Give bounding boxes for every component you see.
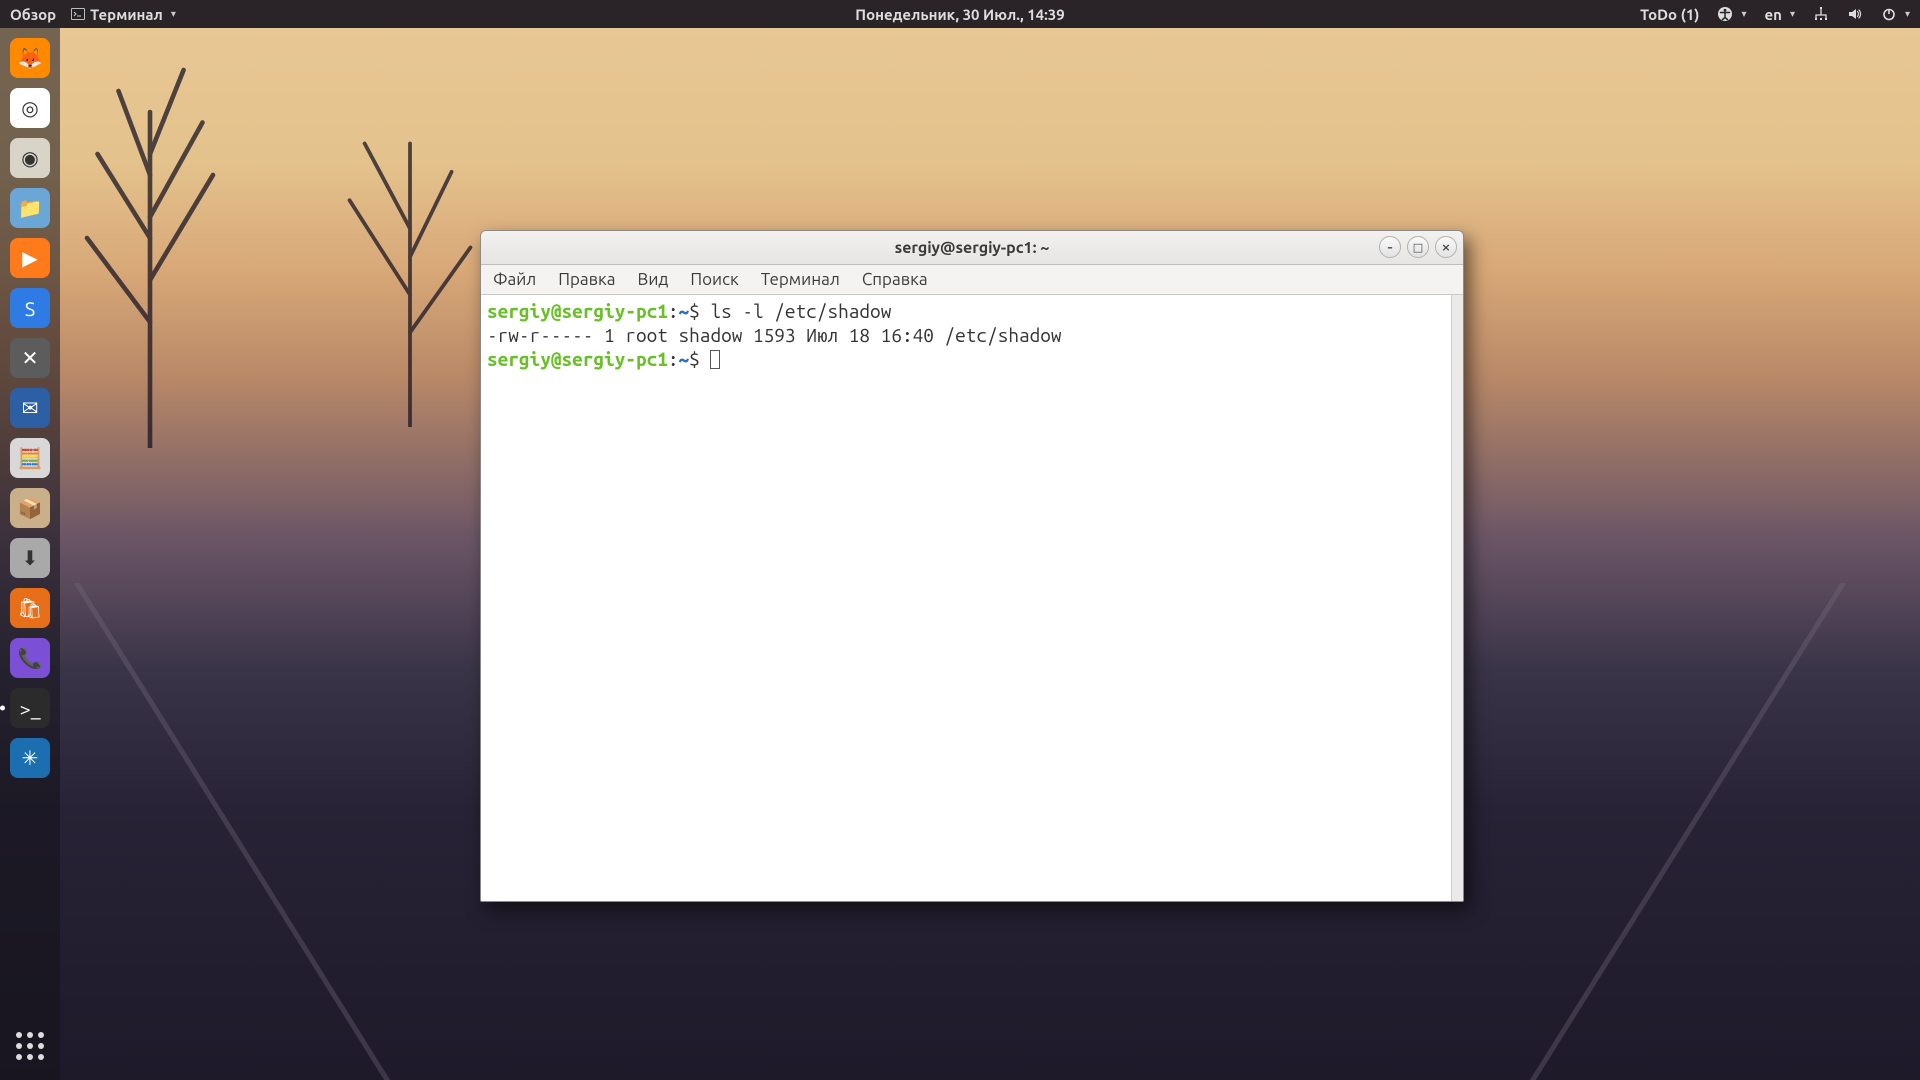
firefox-icon: 🦊: [10, 38, 50, 78]
dock-item-app[interactable]: ✳: [8, 736, 52, 780]
command-text: ls -l /etc/shadow: [710, 300, 891, 322]
dock-item-chrome[interactable]: ◎: [8, 86, 52, 130]
volume-icon: [1847, 6, 1863, 22]
dock-item-calculator[interactable]: 🧮: [8, 436, 52, 480]
wallpaper-rail-left: [74, 583, 390, 1080]
vlc-icon: ▶: [10, 238, 50, 278]
prompt-colon: :: [668, 300, 679, 322]
clock-button[interactable]: Понедельник, 30 Июл., 14:39: [855, 6, 1064, 23]
dock-item-vlc[interactable]: ▶: [8, 236, 52, 280]
network-indicator[interactable]: [1813, 6, 1829, 22]
prompt-colon: :: [668, 348, 679, 370]
app-menu-label: Терминал: [90, 6, 163, 23]
dock-item-simplenote[interactable]: S: [8, 286, 52, 330]
accessibility-icon: [1717, 6, 1733, 22]
app-icon: ✳: [10, 738, 50, 778]
menu-item-1[interactable]: Правка: [558, 270, 615, 289]
chrome-icon: ◎: [10, 88, 50, 128]
top-panel: Обзор Терминал Понедельник, 30 Июл., 14:…: [0, 0, 1920, 28]
keyboard-layout-label: en: [1765, 6, 1782, 23]
simplenote-icon: S: [10, 288, 50, 328]
apps-grid-icon: [16, 1032, 44, 1060]
dock-item-files[interactable]: 📁: [8, 186, 52, 230]
transmission-icon: ⬇: [10, 538, 50, 578]
clock-label: Понедельник, 30 Июл., 14:39: [855, 6, 1064, 23]
terminal-line-2: sergiy@sergiy-pc1:~$: [487, 347, 1457, 371]
prompt-sigil: $: [689, 348, 710, 370]
power-icon: [1881, 6, 1897, 22]
viber-icon: 📞: [10, 638, 50, 678]
prompt-user-host: sergiy@sergiy-pc1: [487, 348, 668, 370]
dock-item-firefox[interactable]: 🦊: [8, 36, 52, 80]
window-controls: – □ ×: [1379, 236, 1457, 258]
dock-item-rhythmbox[interactable]: ◉: [8, 136, 52, 180]
terminal-icon: [70, 6, 86, 22]
close-button[interactable]: ×: [1435, 236, 1457, 258]
terminal-window: sergiy@sergiy-pc1: ~ – □ × Файл Правка Вид…: [480, 230, 1464, 902]
menu-item-0[interactable]: Файл: [493, 270, 536, 289]
activities-label: Обзор: [10, 6, 56, 23]
dock-item-transmission[interactable]: ⬇: [8, 536, 52, 580]
terminal-body[interactable]: sergiy@sergiy-pc1:~$ ls -l /etc/shadow-r…: [481, 295, 1463, 901]
software-icon: 🛍: [10, 588, 50, 628]
dock-item-viber[interactable]: 📞: [8, 636, 52, 680]
show-applications-button[interactable]: [8, 1024, 52, 1068]
calculator-icon: 🧮: [10, 438, 50, 478]
dock-item-terminal[interactable]: >_: [8, 686, 52, 730]
activities-button[interactable]: Обзор: [10, 6, 56, 23]
settings-icon: ✕: [10, 338, 50, 378]
dock-item-thunderbird[interactable]: ✉: [8, 386, 52, 430]
window-title: sergiy@sergiy-pc1: ~: [895, 239, 1050, 257]
todo-label: ToDo (1): [1640, 6, 1699, 23]
menu-item-5[interactable]: Справка: [862, 270, 928, 289]
terminal-line-0: sergiy@sergiy-pc1:~$ ls -l /etc/shadow: [487, 299, 1457, 323]
archive-icon: 📦: [10, 488, 50, 528]
menu-item-4[interactable]: Терминал: [761, 270, 840, 289]
terminal-cursor: [710, 350, 720, 369]
terminal-icon: >_: [10, 688, 50, 728]
network-icon: [1813, 6, 1829, 22]
maximize-button[interactable]: □: [1407, 236, 1429, 258]
app-menu-button[interactable]: Терминал: [70, 6, 176, 23]
thunderbird-icon: ✉: [10, 388, 50, 428]
prompt-sigil: $: [689, 300, 710, 322]
minimize-button[interactable]: –: [1379, 236, 1401, 258]
dock-item-archive[interactable]: 📦: [8, 486, 52, 530]
rhythmbox-icon: ◉: [10, 138, 50, 178]
prompt-user-host: sergiy@sergiy-pc1: [487, 300, 668, 322]
menu-item-2[interactable]: Вид: [638, 270, 669, 289]
todo-indicator[interactable]: ToDo (1): [1640, 6, 1699, 23]
dock-item-software[interactable]: 🛍: [8, 586, 52, 630]
prompt-path: ~: [679, 300, 690, 322]
files-icon: 📁: [10, 188, 50, 228]
power-menu[interactable]: [1881, 6, 1910, 22]
dock: 🦊 ◎ ◉ 📁 ▶ S ✕ ✉ 🧮 📦 ⬇ 🛍 📞 >_ ✳: [0, 28, 60, 1080]
terminal-line-1: -rw-r----- 1 root shadow 1593 Июл 18 16:…: [487, 323, 1457, 347]
terminal-menubar: Файл Правка Вид Поиск Терминал Справка: [481, 265, 1463, 295]
window-titlebar[interactable]: sergiy@sergiy-pc1: ~ – □ ×: [481, 231, 1463, 265]
terminal-scrollbar[interactable]: [1451, 295, 1463, 901]
volume-indicator[interactable]: [1847, 6, 1863, 22]
keyboard-layout-menu[interactable]: en: [1765, 6, 1795, 23]
dock-item-settings[interactable]: ✕: [8, 336, 52, 380]
menu-item-3[interactable]: Поиск: [690, 270, 738, 289]
prompt-path: ~: [679, 348, 690, 370]
accessibility-menu[interactable]: [1717, 6, 1746, 22]
wallpaper-rail-right: [1530, 583, 1846, 1080]
